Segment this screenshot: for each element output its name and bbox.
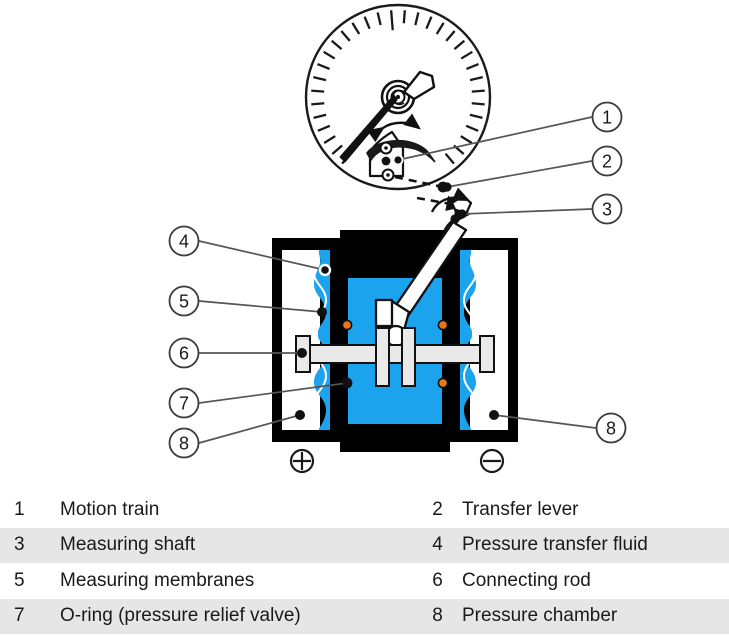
legend-label: Pressure chamber — [462, 605, 618, 627]
legend-number: 3 — [14, 534, 25, 556]
legend-entry: 4 Pressure transfer fluid — [415, 528, 729, 564]
callout-number: 5 — [179, 292, 189, 312]
legend-entry: 8 Pressure chamber — [415, 599, 729, 635]
pressure-gauge-diagram: 1 2 3 4 5 6 7 8 8 — [0, 0, 729, 492]
gauge-tick — [471, 102, 485, 106]
diagram-svg: 1 2 3 4 5 6 7 8 8 — [0, 0, 729, 492]
gauge-tick — [390, 10, 394, 31]
legend-number: 8 — [432, 605, 443, 627]
callout-8: 8 — [168, 427, 200, 459]
gauge-tick — [311, 89, 325, 93]
legend-label: Connecting rod — [462, 569, 591, 591]
legend-entry: 2 Transfer lever — [415, 492, 729, 528]
gauge-tick — [471, 89, 485, 93]
callout-number: 2 — [602, 152, 612, 172]
callout-2: 2 — [591, 145, 623, 177]
table-row: 7 O-ring (pressure relief valve) 8 Press… — [0, 598, 729, 635]
callout-number: 8 — [179, 434, 189, 454]
callout-number: 7 — [179, 394, 189, 414]
legend-number: 7 — [14, 605, 25, 627]
legend-label: Pressure transfer fluid — [462, 534, 648, 556]
legend-label: Measuring membranes — [60, 569, 255, 591]
legend-label: O-ring (pressure relief valve) — [60, 605, 301, 627]
table-row: 1 Motion train 2 Transfer lever — [0, 492, 729, 528]
callout-5: 5 — [168, 285, 200, 317]
callout-7: 7 — [168, 387, 200, 419]
gauge-tick — [311, 102, 325, 106]
legend-entry: 1 Motion train — [0, 492, 415, 528]
legend-label: Motion train — [60, 498, 160, 520]
high-pressure-port — [289, 448, 315, 474]
legend-number: 2 — [432, 498, 443, 520]
legend-entry: 7 O-ring (pressure relief valve) — [0, 599, 415, 635]
callout-3: 3 — [591, 193, 623, 225]
legend-number: 6 — [432, 569, 443, 591]
legend-entry: 5 Measuring membranes — [0, 563, 415, 599]
legend-label: Measuring shaft — [60, 534, 196, 556]
callout-4: 4 — [168, 225, 200, 257]
legend-table: 1 Motion train 2 Transfer lever 3 Measur… — [0, 492, 729, 635]
callout-number: 4 — [179, 232, 189, 252]
table-row: 5 Measuring membranes 6 Connecting rod — [0, 563, 729, 599]
legend-entry: 3 Measuring shaft — [0, 528, 415, 564]
callout-6: 6 — [168, 337, 200, 369]
legend-label: Transfer lever — [462, 498, 579, 520]
callout-8: 8 — [595, 412, 627, 444]
callout-number: 6 — [179, 344, 189, 364]
table-row: 3 Measuring shaft 4 Pressure transfer fl… — [0, 527, 729, 564]
legend-entry: 6 Connecting rod — [415, 563, 729, 599]
gauge-tick — [402, 10, 406, 24]
callout-number: 1 — [602, 108, 612, 128]
legend-number: 4 — [432, 534, 443, 556]
legend-number: 1 — [14, 498, 25, 520]
callout-number: 8 — [606, 419, 616, 439]
legend-number: 5 — [14, 569, 25, 591]
callout-number: 3 — [602, 200, 612, 220]
callout-1: 1 — [591, 101, 623, 133]
